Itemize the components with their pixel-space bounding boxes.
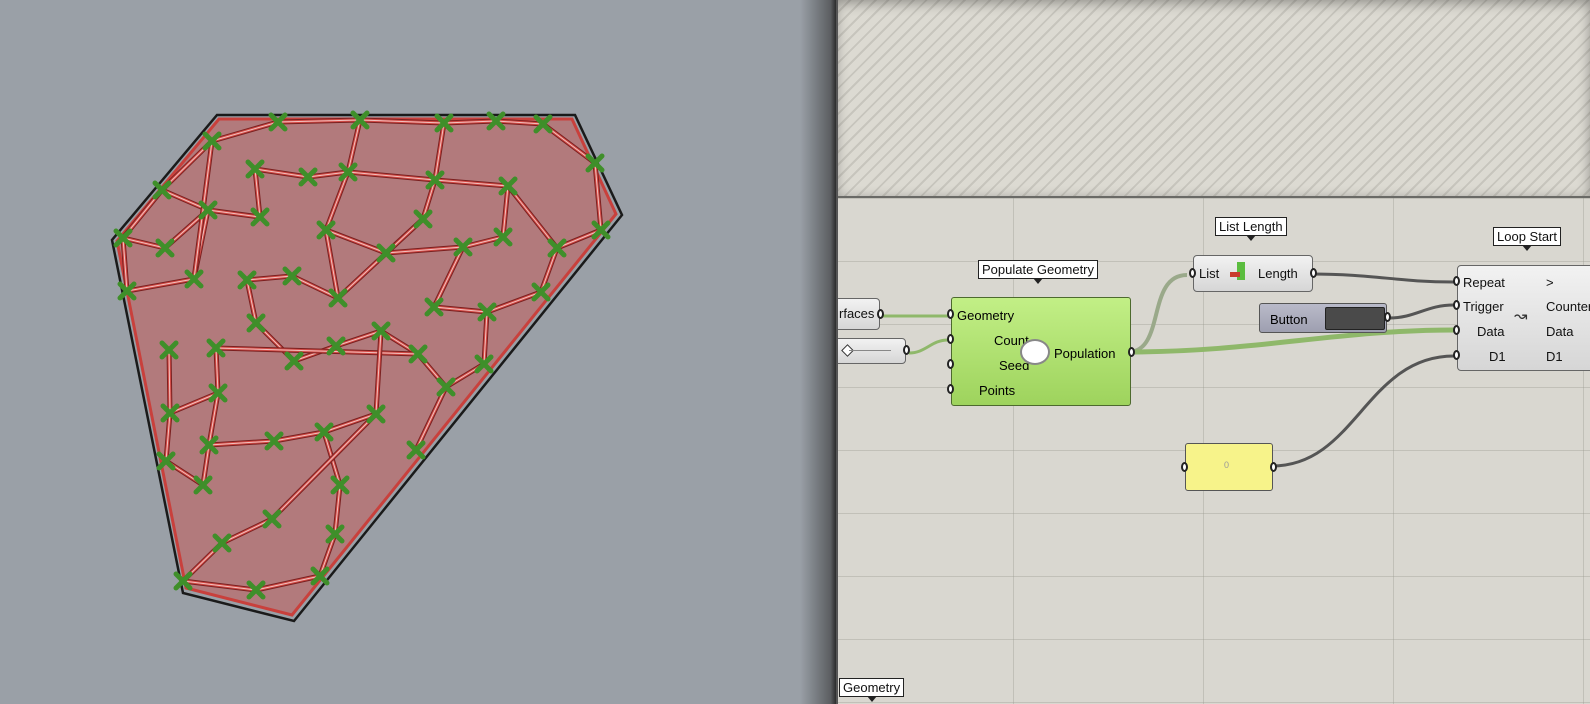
output-grip[interactable] bbox=[1270, 462, 1277, 472]
populate-label-tag: Populate Geometry bbox=[978, 260, 1099, 284]
input-grip[interactable] bbox=[1453, 325, 1460, 335]
loop-output-d1[interactable]: D1 bbox=[1546, 349, 1563, 364]
grasshopper-canvas[interactable]: rfaces Populate Geometry Geometry Count … bbox=[836, 0, 1590, 704]
input-grip[interactable] bbox=[1453, 300, 1460, 310]
rhino-viewport[interactable] bbox=[0, 0, 836, 704]
list-length-input-list[interactable]: List bbox=[1199, 266, 1219, 281]
wire-population-list bbox=[1127, 273, 1188, 354]
button-label: Button bbox=[1270, 312, 1308, 327]
input-grip[interactable] bbox=[947, 359, 954, 369]
loop-output-next[interactable]: > bbox=[1546, 275, 1554, 290]
button-toggle[interactable] bbox=[1325, 307, 1385, 330]
populate-output-population[interactable]: Population bbox=[1054, 346, 1115, 361]
panel-value: 0 bbox=[1224, 460, 1230, 470]
list-length-icon bbox=[1230, 262, 1252, 282]
populate-geometry-component[interactable]: Geometry Count Seed Points Population bbox=[947, 297, 1135, 406]
output-grip[interactable] bbox=[1384, 312, 1391, 322]
number-slider[interactable] bbox=[836, 338, 910, 364]
geometry-label-tag: Geometry bbox=[839, 678, 905, 702]
loop-input-data[interactable]: Data bbox=[1477, 324, 1504, 339]
loop-arrow-icon: ↝ bbox=[1514, 308, 1528, 325]
button-component[interactable]: Button bbox=[1259, 303, 1391, 333]
populate-input-seed[interactable]: Seed bbox=[999, 358, 1029, 373]
region-fill bbox=[115, 117, 618, 617]
wire-panel-d1 bbox=[1271, 354, 1455, 468]
input-grip[interactable] bbox=[947, 384, 954, 394]
input-grip[interactable] bbox=[1181, 462, 1188, 472]
input-grip[interactable] bbox=[1453, 350, 1460, 360]
input-grip[interactable] bbox=[1189, 268, 1196, 278]
wire-button-trigger bbox=[1388, 303, 1455, 320]
viewport-geometry bbox=[110, 110, 624, 623]
input-grip[interactable] bbox=[947, 334, 954, 344]
loop-input-repeat[interactable]: Repeat bbox=[1463, 275, 1505, 290]
slider-track[interactable] bbox=[849, 350, 891, 351]
loop-start-label-tag: Loop Start bbox=[1493, 227, 1561, 251]
output-grip[interactable] bbox=[1128, 347, 1135, 357]
input-grip[interactable] bbox=[1453, 276, 1460, 286]
wire-length-repeat bbox=[1309, 272, 1455, 284]
cloud-icon bbox=[1022, 341, 1048, 363]
output-grip[interactable] bbox=[1310, 268, 1317, 278]
output-grip[interactable] bbox=[877, 309, 884, 319]
canvas-border bbox=[836, 0, 838, 704]
list-length-component[interactable]: List Length bbox=[1189, 255, 1317, 292]
panel-divider[interactable] bbox=[800, 0, 836, 704]
input-grip[interactable] bbox=[947, 309, 954, 319]
populate-input-points[interactable]: Points bbox=[979, 383, 1015, 398]
panel-component[interactable]: 0 bbox=[1181, 443, 1277, 491]
loop-output-data[interactable]: Data bbox=[1546, 324, 1573, 339]
loop-input-trigger[interactable]: Trigger bbox=[1463, 299, 1504, 314]
loop-output-counter[interactable]: Counter bbox=[1546, 299, 1590, 314]
populate-input-geometry[interactable]: Geometry bbox=[957, 308, 1014, 323]
list-length-output-length[interactable]: Length bbox=[1258, 266, 1298, 281]
loop-start-component[interactable]: Repeat Trigger Data D1 ↝ > Counter Data … bbox=[1453, 265, 1590, 371]
loop-input-d1[interactable]: D1 bbox=[1489, 349, 1506, 364]
list-length-label-tag: List Length bbox=[1215, 217, 1287, 241]
wire-population-data bbox=[1127, 327, 1455, 355]
output-grip[interactable] bbox=[903, 345, 910, 355]
surfaces-label: rfaces bbox=[839, 306, 875, 321]
wire-slider-count bbox=[908, 338, 949, 355]
surfaces-param[interactable]: rfaces bbox=[836, 298, 884, 330]
